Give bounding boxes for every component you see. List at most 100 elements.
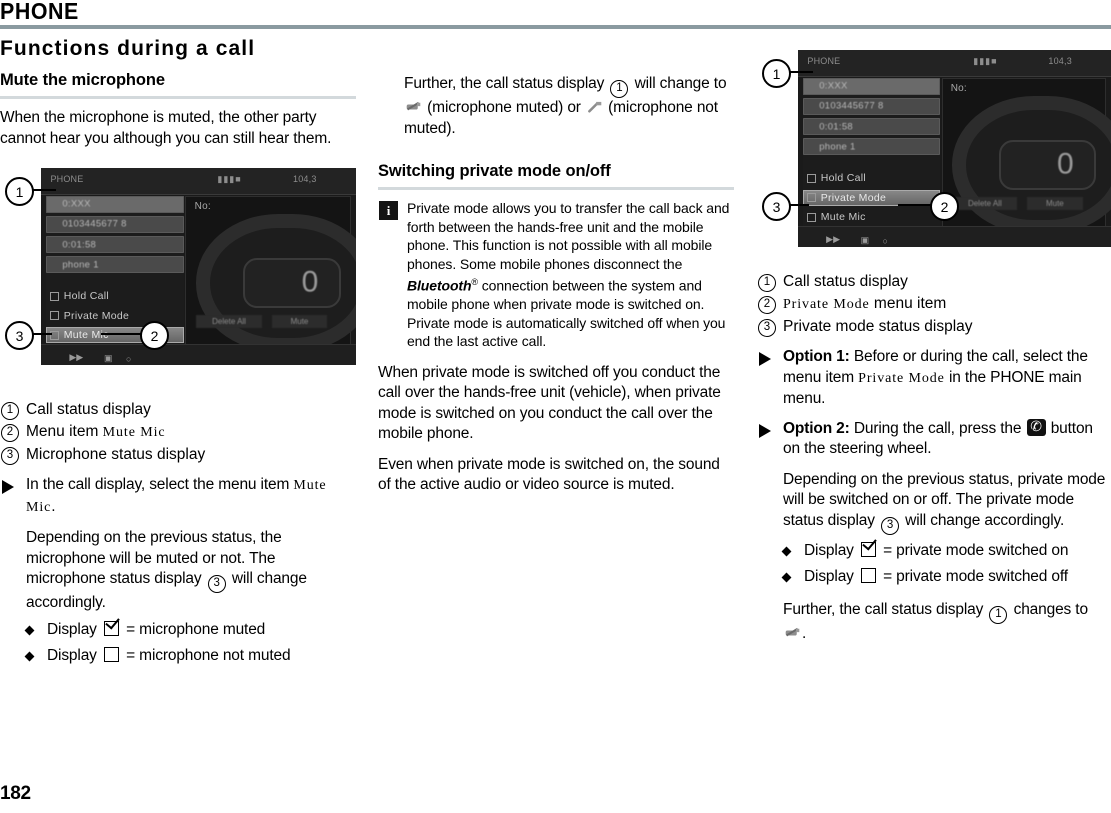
legend-number: 1: [758, 274, 776, 292]
header-rule: [0, 25, 1111, 29]
screen-row-number[interactable]: 0103445677 8: [45, 215, 185, 233]
callout-2-leader: [898, 204, 932, 206]
screen-keypad-digit: 0: [301, 265, 319, 299]
final-paragraph: Further, the call status display 1 chang…: [783, 600, 1111, 645]
screen-menu-hold-call[interactable]: Hold Call: [803, 170, 941, 186]
diamond-bullet-icon: [781, 546, 792, 556]
action-step-mute-mic: In the call display, select the menu ite…: [0, 475, 356, 518]
legend-text: Private Mode menu item: [783, 293, 946, 315]
private-mode-sound-paragraph: Even when private mode is switched on, t…: [378, 455, 720, 494]
checkbox-icon: [806, 173, 816, 183]
screen-row-duration[interactable]: 0:01:58: [45, 236, 185, 254]
screen-menu-label: Mute Mic: [63, 329, 109, 342]
followup-text-after: will change accordingly.: [905, 511, 1065, 529]
bullet-text-suffix: = private mode switched off: [883, 568, 1068, 585]
action-text-suffix: .: [51, 497, 56, 515]
screen-number-label: No:: [194, 201, 211, 212]
section-heading-private-mode: Switching private mode on/off: [378, 162, 611, 180]
legend-text-prefix: Menu item: [26, 423, 103, 440]
final-text-before: Further, the call status display: [783, 600, 984, 618]
screen-status-text: ▶▶: [826, 234, 840, 245]
followup-paragraph: Depending on the previous status, privat…: [783, 470, 1111, 535]
checkbox-icon: [49, 311, 59, 321]
screen-row-callstatus[interactable]: 0:XXX: [802, 77, 941, 95]
section-rule: [378, 187, 734, 190]
bullet-text-suffix: = private mode switched on: [883, 541, 1069, 559]
screen-menu-label: Hold Call: [820, 172, 866, 185]
action-step-option-1: Option 1: Before or during the call, sel…: [757, 347, 1111, 410]
checkbox-icon: [49, 291, 59, 301]
screen-title: PHONE: [50, 173, 84, 184]
bullet-text-prefix: Display: [47, 620, 97, 638]
option-2-label: Option 2:: [783, 419, 850, 437]
action-step-option-2: Option 2: During the call, press the but…: [757, 417, 1111, 460]
screen-softkey-mute[interactable]: Mute: [271, 314, 328, 329]
checkbox-empty-icon: [860, 568, 876, 583]
legend-text: Call status display: [26, 401, 151, 418]
screen-row-device[interactable]: phone 1: [802, 138, 941, 156]
screen-status-right: 104,3: [293, 173, 317, 184]
figure-mute-mic: PHONE ▮▮▮■ 104,3 0:XXX 0103445677 8 0:01…: [0, 159, 356, 389]
bullet-text: Display = private mode switched off: [804, 567, 1068, 588]
manual-page: PHONE Functions during a call Mute the m…: [0, 0, 1111, 813]
checkbox-checked-icon: [103, 620, 119, 636]
running-header: PHONE: [0, 0, 1111, 30]
screen-row-number[interactable]: 0103445677 8: [802, 97, 941, 115]
screen-row-duration[interactable]: 0:01:58: [802, 118, 941, 136]
infotainment-screenshot-mute-mic: PHONE ▮▮▮■ 104,3 0:XXX 0103445677 8 0:01…: [41, 168, 356, 365]
checkbox-empty-icon: [103, 647, 119, 662]
action-triangle-icon: [759, 352, 771, 366]
callout-1: 1: [5, 177, 34, 206]
ui-menu-item-label: Mute Mic: [102, 425, 166, 440]
legend-list-private-mode: 1 Call status display 2 Private Mode men…: [757, 271, 1111, 337]
screen-row-device[interactable]: phone 1: [45, 256, 185, 274]
ui-menu-item-label: Private Mode: [858, 370, 945, 386]
legend-text: Microphone status display: [26, 446, 206, 463]
callout-1: 1: [762, 59, 791, 88]
bullet-text: Display = microphone muted: [47, 620, 265, 641]
bullet-text-suffix: = microphone muted: [126, 620, 266, 638]
screen-keypad-dial[interactable]: 0: [196, 214, 356, 352]
bullet-item-mic-muted: Display = microphone muted: [24, 620, 356, 641]
screen-right-pane: No: 0 Delete All Mute: [941, 77, 1111, 234]
middle-column: Further, the call status display 1 will …: [378, 36, 734, 506]
screen-row-text: 0:01:58: [62, 239, 97, 251]
legend-number: 2: [1, 424, 19, 442]
screen-softkey-delete-all[interactable]: Delete All: [196, 314, 262, 329]
page-number: 182: [0, 783, 31, 804]
legend-text: Private mode status display: [783, 318, 973, 335]
screen-keypad-center[interactable]: 0: [999, 139, 1097, 190]
screen-signal-icons: ▮▮▮■: [217, 173, 242, 184]
further-ref-number: 1: [610, 80, 629, 98]
bullet-text: Display = private mode switched on: [804, 541, 1068, 562]
diamond-bullet-icon: [24, 651, 35, 662]
screen-menu-private-mode[interactable]: Private Mode: [46, 308, 185, 324]
bluetooth-icon: ○: [126, 354, 132, 365]
final-text-end: .: [802, 624, 807, 642]
intro-paragraph: When the microphone is muted, the other …: [0, 109, 332, 147]
legend-text: Menu item Mute Mic: [26, 421, 165, 443]
screen-number-label: No:: [950, 83, 967, 94]
checkbox-checked-icon: [860, 541, 876, 557]
legend-item: 3 Private mode status display: [757, 316, 1111, 337]
legend-item: 1 Call status display: [0, 399, 356, 420]
screen-signal-icons: ▮▮▮■: [973, 55, 998, 66]
infotainment-screenshot-private-mode: PHONE ▮▮▮■ 104,3 0:XXX 0103445677 8 0:01…: [798, 50, 1111, 247]
further-text-muted: (microphone muted) or: [427, 99, 581, 116]
legend-text: Call status display: [783, 273, 908, 290]
screen-menu-label: Hold Call: [63, 290, 110, 303]
screen-keypad-center[interactable]: 0: [243, 257, 341, 308]
screen-softkey-mute[interactable]: Mute: [1027, 196, 1083, 211]
final-text-after: changes to: [1013, 600, 1088, 618]
screen-menu-mute-mic[interactable]: Mute Mic: [803, 209, 941, 225]
further-text-before: Further, the call status display: [404, 75, 605, 92]
screen-row-callstatus[interactable]: 0:XXX: [45, 195, 185, 213]
followup-paragraph: Depending on the previous status, the mi…: [26, 528, 356, 614]
action-text: In the call display, select the menu ite…: [26, 475, 356, 518]
screen-menu-label: Private Mode: [820, 191, 887, 204]
legend-number: 2: [758, 296, 776, 314]
screen-keypad-dial[interactable]: 0: [952, 96, 1111, 234]
bullet-item-private-on: Display = private mode switched on: [781, 541, 1111, 562]
screen-menu-hold-call[interactable]: Hold Call: [46, 288, 185, 304]
screen-softkey-delete-all[interactable]: Delete All: [952, 196, 1018, 211]
